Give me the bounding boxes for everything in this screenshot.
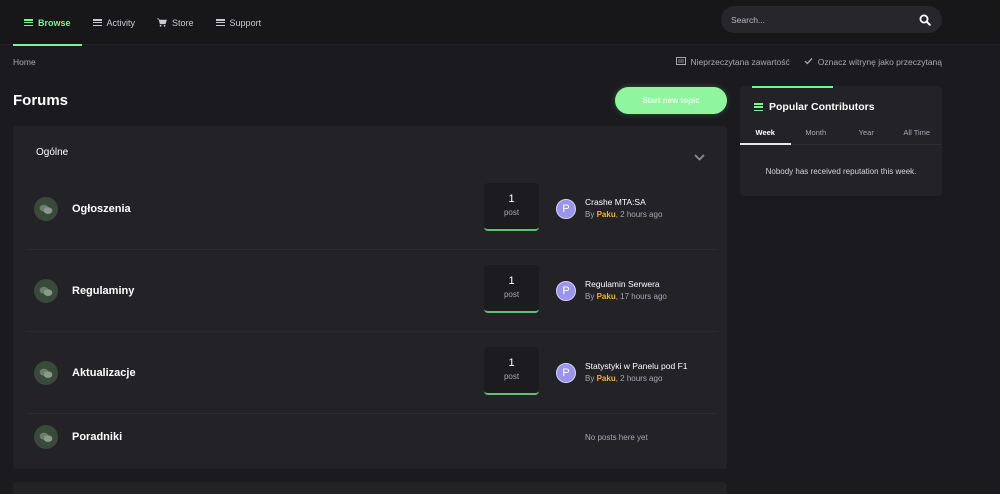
popular-contributors-widget: Popular Contributors Week Month Year All… [740, 86, 942, 196]
post-count: 1 [508, 357, 515, 369]
menu-icon [92, 19, 102, 26]
last-post-meta: By Paku, 2 hours ago [585, 210, 662, 219]
avatar[interactable]: P [556, 281, 576, 301]
last-post-user[interactable]: Paku [597, 292, 616, 301]
chevron-down-icon[interactable] [694, 148, 705, 166]
last-post-time: , 2 hours ago [615, 374, 663, 383]
widget-accent-line [752, 86, 833, 88]
row-divider [27, 249, 717, 250]
category-title[interactable]: Ogólne [36, 147, 68, 158]
top-navigation-bar: Browse Activity Store Support [0, 0, 1000, 46]
mark-site-read-label: Oznacz witrynę jako przeczytaną [817, 57, 942, 67]
list-icon [675, 57, 686, 67]
forum-chat-icon [34, 361, 58, 385]
forum-category-card: Ogólne Ogłoszenia 1 post P Crashe MTA:SA… [13, 126, 727, 469]
cart-icon [157, 18, 167, 27]
last-post-title[interactable]: Regulamin Serwera [585, 279, 660, 289]
widget-empty-text: Nobody has received reputation this week… [765, 167, 917, 176]
post-count: 1 [508, 275, 515, 287]
widget-title-label: Popular Contributors [769, 101, 875, 113]
start-new-topic-button[interactable]: Start new topic [615, 87, 727, 114]
forum-name[interactable]: Regulaminy [72, 285, 134, 297]
row-divider [27, 413, 717, 414]
forum-chat-icon [34, 425, 58, 449]
nav-browse[interactable]: Browse [13, 0, 82, 46]
tab-month[interactable]: Month [791, 128, 842, 144]
forum-chat-icon [34, 279, 58, 303]
search-input[interactable] [731, 14, 911, 25]
main-nav: Browse Activity Store Support [13, 0, 273, 46]
mark-site-read-link[interactable]: Oznacz witrynę jako przeczytaną [804, 57, 942, 67]
row-divider [27, 331, 717, 332]
menu-icon [754, 103, 763, 111]
nav-support[interactable]: Support [205, 0, 273, 45]
post-count-box: 1 post [484, 183, 539, 231]
unread-content-link[interactable]: Nieprzeczytana zawartość [675, 57, 790, 67]
nav-activity[interactable]: Activity [82, 0, 147, 45]
nav-store-label: Store [172, 17, 194, 28]
last-post-meta: By Paku, 2 hours ago [585, 374, 662, 383]
breadcrumb-home[interactable]: Home [13, 57, 36, 67]
post-count-label: post [503, 372, 520, 381]
menu-icon [24, 19, 33, 26]
post-count-box: 1 post [484, 265, 539, 313]
forum-name[interactable]: Ogłoszenia [72, 203, 131, 215]
search-box [721, 6, 942, 33]
tab-week[interactable]: Week [740, 128, 791, 145]
check-icon [804, 57, 813, 67]
nav-store[interactable]: Store [146, 0, 205, 45]
forum-row-aktualizacje: Aktualizacje 1 post P Statystyki w Panel… [13, 347, 727, 413]
tab-all-time[interactable]: All Time [892, 128, 943, 144]
post-count: 1 [508, 193, 515, 205]
forum-row-ogloszenia: Ogłoszenia 1 post P Crashe MTA:SA By Pak… [13, 183, 727, 249]
no-posts-text: No posts here yet [585, 433, 648, 442]
post-count-box: 1 post [484, 347, 539, 395]
avatar[interactable]: P [556, 363, 576, 383]
last-post-user[interactable]: Paku [597, 210, 616, 219]
last-post-title[interactable]: Statystyki w Panelu pod F1 [585, 361, 688, 371]
widget-title: Popular Contributors [754, 101, 875, 113]
search-icon[interactable] [919, 13, 931, 31]
last-post-by: By [585, 210, 595, 219]
tab-year[interactable]: Year [841, 128, 892, 144]
post-count-label: post [503, 208, 520, 217]
nav-support-label: Support [229, 17, 262, 28]
widget-tabs: Week Month Year All Time [740, 128, 942, 145]
breadcrumb: Home [13, 57, 36, 67]
last-post-time: , 2 hours ago [615, 210, 663, 219]
last-post-by: By [585, 374, 595, 383]
forum-chat-icon [34, 197, 58, 221]
last-post-time: , 17 hours ago [615, 292, 667, 301]
nav-activity-label: Activity [106, 17, 136, 28]
next-category-card [13, 482, 727, 494]
forum-name[interactable]: Aktualizacje [72, 367, 136, 379]
last-post-title[interactable]: Crashe MTA:SA [585, 197, 646, 207]
page-title: Forums [13, 92, 69, 109]
forum-name[interactable]: Poradniki [72, 431, 122, 443]
unread-content-label: Nieprzeczytana zawartość [690, 57, 790, 67]
nav-browse-label: Browse [38, 17, 71, 28]
last-post-by: By [585, 292, 595, 301]
last-post-meta: By Paku, 17 hours ago [585, 292, 667, 301]
avatar[interactable]: P [556, 199, 576, 219]
breadcrumb-actions: Nieprzeczytana zawartość Oznacz witrynę … [675, 57, 942, 67]
menu-icon [215, 19, 225, 26]
forum-row-regulaminy: Regulaminy 1 post P Regulamin Serwera By… [13, 265, 727, 331]
last-post-user[interactable]: Paku [597, 374, 616, 383]
post-count-label: post [503, 290, 520, 299]
forum-row-poradniki: Poradniki No posts here yet [13, 422, 727, 466]
